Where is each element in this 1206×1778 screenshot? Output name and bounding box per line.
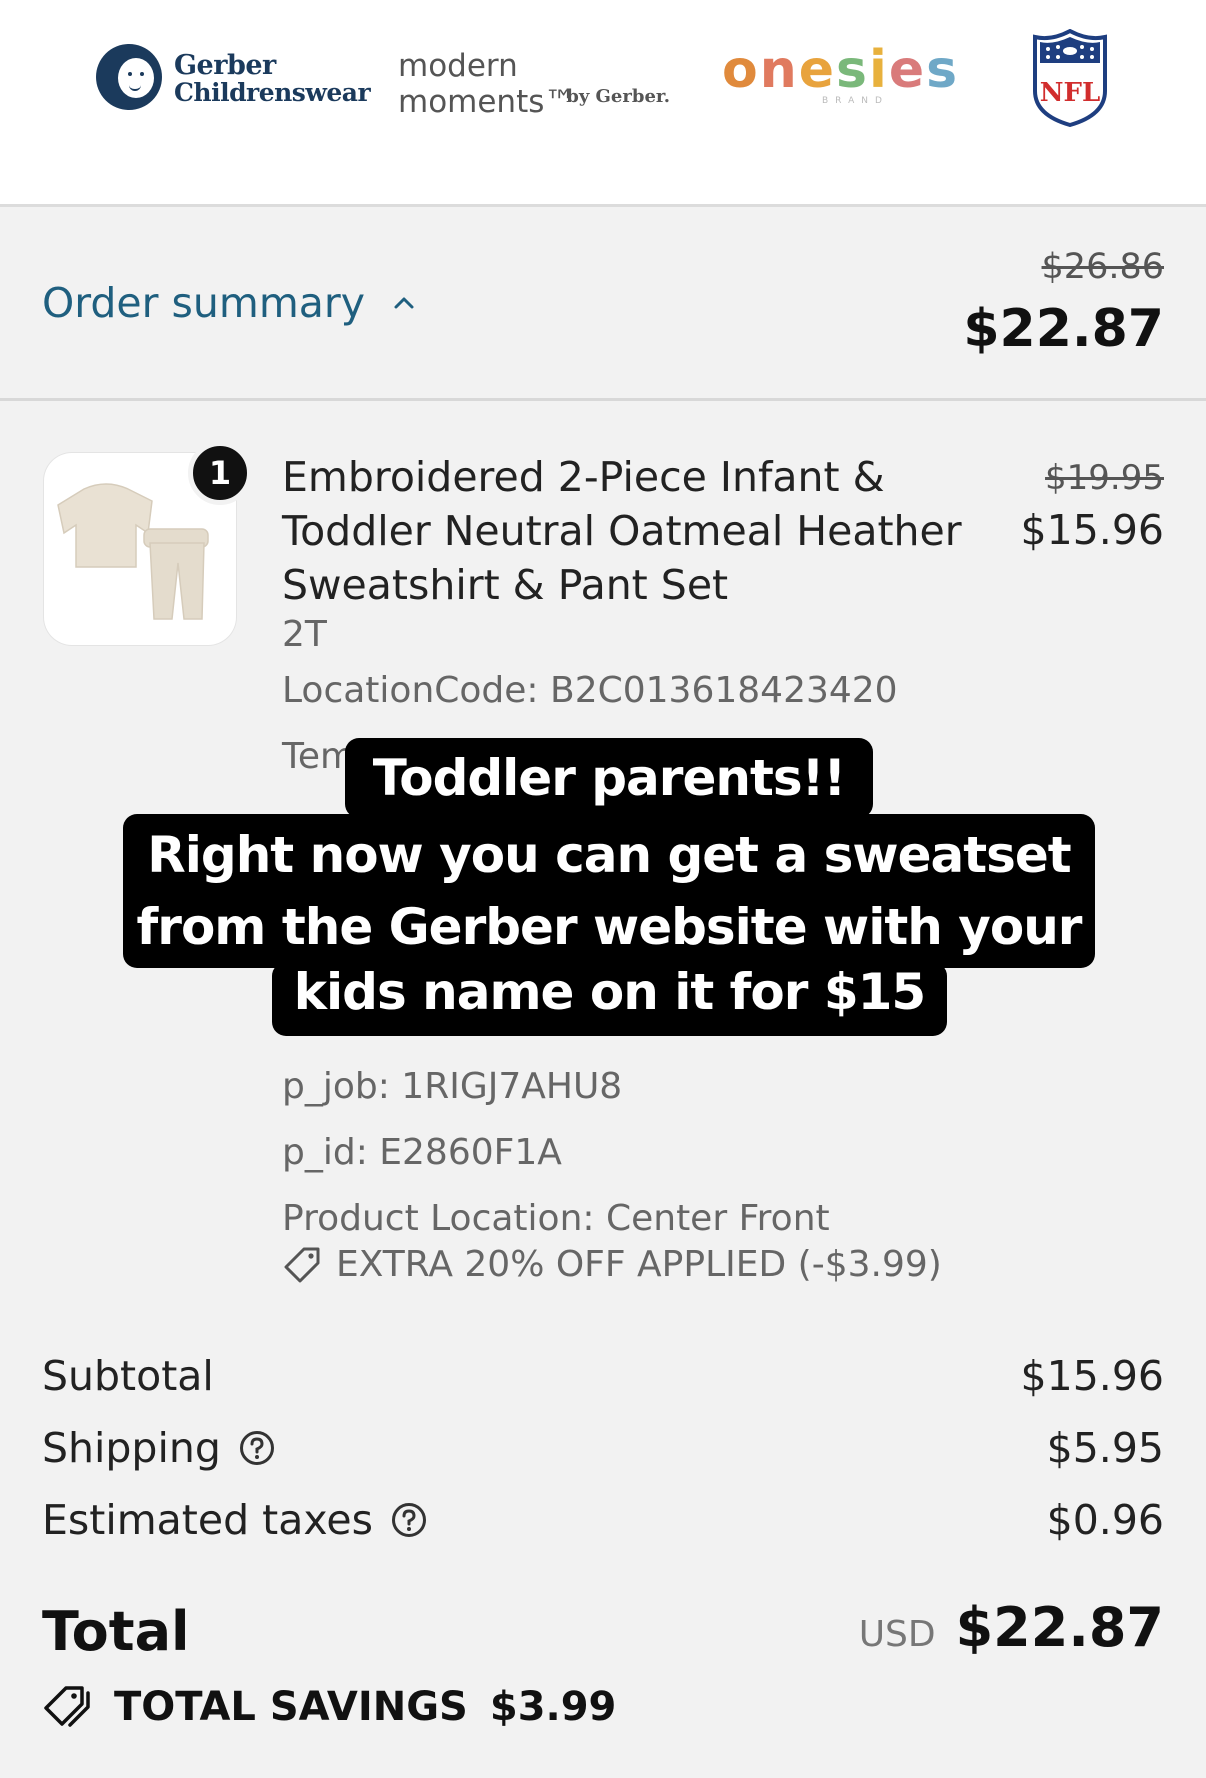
- grand-total: USD $22.87: [859, 1596, 1164, 1659]
- tags-icon: [44, 1686, 90, 1727]
- gerber-logo-line1: Gerber: [174, 50, 276, 81]
- gerber-baby-icon: [96, 44, 162, 110]
- product-location: Product Location: Center Front: [282, 1198, 830, 1239]
- taxes-label-text: Estimated taxes: [42, 1496, 373, 1544]
- modern-moments-wordmark: modern moments™: [398, 48, 576, 120]
- total-savings-label: TOTAL SAVINGS: [114, 1684, 468, 1730]
- caption-line-3: from the Gerber website with your: [136, 898, 1083, 956]
- shipping-label-text: Shipping: [42, 1424, 221, 1472]
- product-job-id: p_job: 1RIGJ7AHU8: [282, 1066, 623, 1107]
- taxes-help-icon[interactable]: [391, 1502, 427, 1538]
- nfl-shield-logo[interactable]: NFL: [1031, 28, 1109, 128]
- onesies-wordmark: onesies: [722, 40, 982, 100]
- nfl-shield-icon: NFL: [1033, 28, 1107, 128]
- total-savings-amount: $3.99: [489, 1684, 617, 1730]
- nfl-text: NFL: [1040, 78, 1101, 108]
- shipping-help-icon[interactable]: [239, 1430, 275, 1466]
- subtotal-value: $15.96: [1020, 1352, 1164, 1400]
- gerber-logo-line2: Childrenswear: [174, 78, 371, 107]
- subtotal-label: Subtotal: [42, 1352, 214, 1400]
- modern-moments-logo[interactable]: modern moments™ by Gerber.: [398, 48, 688, 120]
- onesies-letter: e: [798, 40, 837, 100]
- onesies-letter: n: [759, 40, 799, 100]
- quantity-badge: 1: [188, 441, 252, 505]
- subtotal-label-text: Subtotal: [42, 1352, 214, 1400]
- chevron-up-icon: [394, 297, 414, 309]
- order-summary-bar: Order summary $26.86 $22.87: [0, 207, 1206, 401]
- total-savings: TOTAL SAVINGS $3.99: [42, 1684, 616, 1730]
- discount-text: EXTRA 20% OFF APPLIED (-$3.99): [336, 1244, 942, 1285]
- modern-moments-byline: by Gerber.: [566, 86, 670, 107]
- onesies-brand-sub: BRAND: [822, 96, 889, 106]
- onesies-letter: s: [836, 40, 869, 100]
- product-id: p_id: E2860F1A: [282, 1132, 562, 1173]
- grand-total-amount: $22.87: [955, 1596, 1164, 1659]
- onesies-brand-logo[interactable]: onesies BRAND: [722, 40, 982, 110]
- discount-applied: EXTRA 20% OFF APPLIED (-$3.99): [282, 1244, 942, 1285]
- brand-header: Gerber Childrenswear modern moments™ by …: [0, 0, 1206, 207]
- shipping-label: Shipping: [42, 1424, 275, 1472]
- onesies-letter: o: [722, 40, 760, 100]
- product-size: 2T: [282, 614, 327, 655]
- onesies-letter: e: [888, 40, 927, 100]
- location-code: LocationCode: B2C013618423420: [282, 670, 898, 711]
- order-summary-label: Order summary: [42, 279, 366, 327]
- caption-line-1: Toddler parents!!: [345, 738, 873, 818]
- taxes-value: $0.96: [1046, 1496, 1164, 1544]
- caption-line-4: kids name on it for $15: [272, 962, 947, 1036]
- shipping-value: $5.95: [1046, 1424, 1164, 1472]
- caption-block: Right now you can get a sweatset from th…: [123, 814, 1095, 968]
- onesies-letter: i: [869, 40, 889, 100]
- product-title: Embroidered 2-Piece Infant & Toddler Neu…: [282, 453, 962, 609]
- onesies-letter: s: [926, 40, 960, 100]
- original-order-total: $26.86: [1041, 247, 1164, 287]
- product-original-price: $19.95: [1045, 458, 1164, 498]
- caption-line-2: Right now you can get a sweatset: [147, 826, 1071, 884]
- gerber-childrenswear-logo[interactable]: Gerber Childrenswear: [96, 44, 371, 114]
- taxes-label: Estimated taxes: [42, 1496, 427, 1544]
- order-summary-toggle[interactable]: Order summary: [42, 279, 415, 327]
- order-total: $22.87: [963, 299, 1164, 359]
- total-label: Total: [42, 1600, 190, 1663]
- currency-code: USD: [858, 1614, 936, 1655]
- tag-icon: [284, 1247, 320, 1282]
- product-price: $15.96: [1020, 506, 1164, 554]
